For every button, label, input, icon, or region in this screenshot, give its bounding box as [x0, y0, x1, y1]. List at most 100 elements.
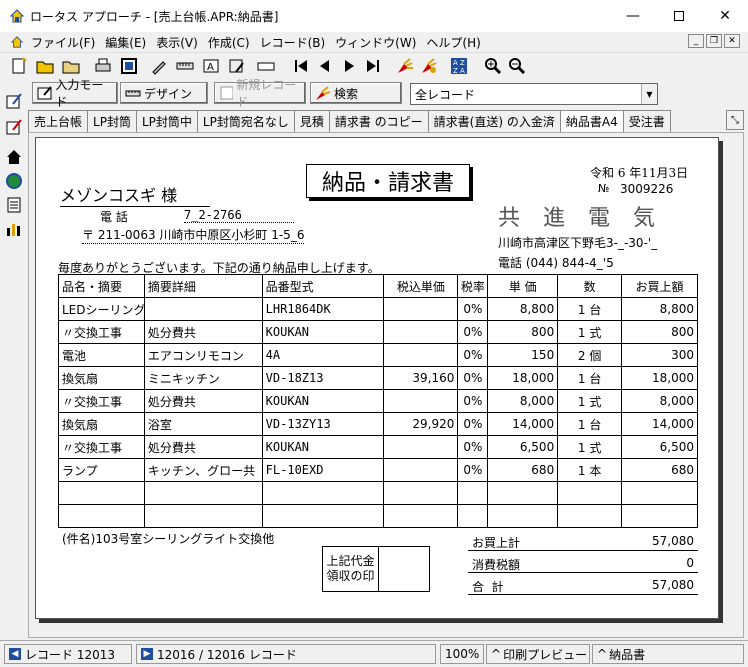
cell-unit-price: 800: [488, 321, 559, 343]
menu-file[interactable]: ファイル(F): [26, 34, 100, 51]
cell-detail: [145, 482, 263, 504]
field-button[interactable]: [256, 55, 276, 77]
print-preview-button[interactable]: [118, 55, 140, 77]
browse-mode-button[interactable]: 入力モード: [32, 78, 118, 109]
mdi-close-button[interactable]: ✕: [724, 34, 740, 48]
menu-record[interactable]: レコード(B): [255, 34, 331, 51]
cell-qty: 1 式: [558, 390, 623, 412]
home-button[interactable]: [3, 146, 25, 168]
cell-unit-price: 680: [488, 459, 559, 481]
printer-icon: [95, 58, 111, 72]
cell-amount: 6,500: [622, 436, 698, 458]
customer-address: 〒 211-0063 川崎市中原区小杉町 1-5_6: [82, 228, 305, 244]
text-frame-button[interactable]: A: [200, 55, 222, 77]
tab-scroll-button[interactable]: ⤡: [726, 110, 744, 130]
stamp-label: 上記代金 領収の印: [323, 547, 379, 591]
maximize-button[interactable]: [656, 0, 702, 32]
cell-tax-rate: 0%: [458, 298, 489, 320]
save-button[interactable]: [60, 55, 82, 77]
home-icon: [7, 150, 21, 164]
browse-mode-label: 入力モード: [55, 78, 104, 109]
design-button[interactable]: デザイン: [120, 82, 208, 104]
minimize-button[interactable]: —: [610, 0, 656, 32]
new-record-button[interactable]: 新規レコード: [214, 78, 306, 109]
cell-detail: [145, 505, 263, 527]
tab-sales-ledger[interactable]: 売上台帳: [28, 110, 89, 132]
left-tool-2[interactable]: [3, 116, 25, 138]
edit-pen-button[interactable]: [148, 55, 170, 77]
new-file-button[interactable]: [8, 55, 30, 77]
sort-button[interactable]: A ZZ A: [448, 55, 470, 77]
tab-delivery-a4[interactable]: 納品書A4: [559, 110, 624, 132]
close-button[interactable]: ✕: [702, 0, 748, 32]
first-record-icon: [295, 60, 307, 72]
view-mode[interactable]: ^ 印刷プレビュー: [486, 644, 590, 664]
find-button[interactable]: [394, 55, 416, 77]
next-record-button[interactable]: [338, 55, 360, 77]
format-button[interactable]: [226, 55, 248, 77]
menu-edit[interactable]: 編集(E): [100, 34, 151, 51]
cell-tax-rate: 0%: [458, 390, 489, 412]
prev-record-button[interactable]: [314, 55, 336, 77]
cell-model: VD-13ZY13: [263, 413, 385, 435]
menu-create[interactable]: 作成(C): [203, 34, 255, 51]
tab-order[interactable]: 受注書: [622, 110, 671, 132]
document-icon[interactable]: [10, 35, 24, 49]
list-button[interactable]: [3, 194, 25, 216]
arrow-left-icon: ◀: [9, 648, 21, 660]
tab-invoice-copy[interactable]: 請求書 のコピー: [328, 110, 429, 132]
company-phone: 電話 (044) 844-4_'5: [498, 256, 614, 270]
close-icon: ✕: [719, 8, 731, 24]
globe-button[interactable]: [3, 170, 25, 192]
menu-help[interactable]: ヘルプ(H): [421, 34, 485, 51]
subtotal-label: お買上計: [472, 536, 521, 550]
app-icon: [10, 9, 24, 23]
mdi-restore-button[interactable]: ❐: [706, 34, 722, 48]
chart-button[interactable]: [3, 218, 25, 240]
last-record-button[interactable]: [362, 55, 384, 77]
zoom-out-button[interactable]: [506, 55, 528, 77]
record-indicator[interactable]: ◀ レコード 12013: [4, 644, 132, 664]
caret-up-icon: ^: [491, 647, 502, 661]
cell-item: 〃交換工事: [59, 390, 145, 412]
form-edit-icon: [6, 93, 22, 109]
record-filter-select[interactable]: 全レコード ▼: [410, 83, 658, 105]
find-toggle-button[interactable]: 検索: [310, 82, 402, 104]
mdi-minimize-button[interactable]: _: [688, 34, 704, 48]
zoom-in-button[interactable]: [482, 55, 504, 77]
cell-tax-incl-price: [384, 505, 459, 527]
cell-tax-rate: [458, 482, 489, 504]
menu-view[interactable]: 表示(V): [151, 34, 203, 51]
chevron-down-icon[interactable]: ▼: [641, 84, 657, 104]
tab-lp-envelope-medium[interactable]: LP封筒中: [135, 110, 198, 132]
left-tool-1[interactable]: [3, 90, 25, 112]
first-record-button[interactable]: [290, 55, 312, 77]
flashlight-all-icon: [422, 58, 437, 73]
subject-text: (件名)103号室シーリングライト交換他: [62, 532, 275, 546]
tab-invoice-direct-paid[interactable]: 請求書(直送) の入金済: [427, 110, 561, 132]
folder-icon: [62, 61, 80, 74]
list-icon: [7, 197, 21, 213]
company-name: 共 進 電 気: [498, 206, 663, 231]
company-address: 川崎市高津区下野毛3-_-30-'_: [498, 236, 658, 250]
cell-tax-incl-price: 39,160: [384, 367, 459, 389]
text-frame-icon: A: [203, 59, 219, 73]
cell-detail: 処分費共: [145, 321, 263, 343]
table-row: [59, 482, 698, 505]
tab-estimate[interactable]: 見積: [293, 110, 330, 132]
col-qty: 数: [558, 275, 623, 297]
find-all-button[interactable]: [418, 55, 440, 77]
form-name[interactable]: ^ 納品書: [592, 644, 744, 664]
tab-lp-envelope[interactable]: LP封筒: [87, 110, 137, 132]
tab-lp-envelope-noname[interactable]: LP封筒宛名なし: [196, 110, 295, 132]
find-label: 検索: [334, 86, 359, 101]
open-button[interactable]: [34, 55, 56, 77]
ruler-button[interactable]: [174, 55, 196, 77]
cell-detail: エアコンリモコン: [145, 344, 263, 366]
zoom-level[interactable]: 100%: [440, 644, 484, 664]
print-button[interactable]: [92, 55, 114, 77]
maximize-icon: [674, 11, 684, 21]
menu-window[interactable]: ウィンドウ(W): [330, 34, 421, 51]
col-unit-price: 単 価: [488, 275, 559, 297]
sort-az-icon: A ZZ A: [451, 58, 467, 75]
